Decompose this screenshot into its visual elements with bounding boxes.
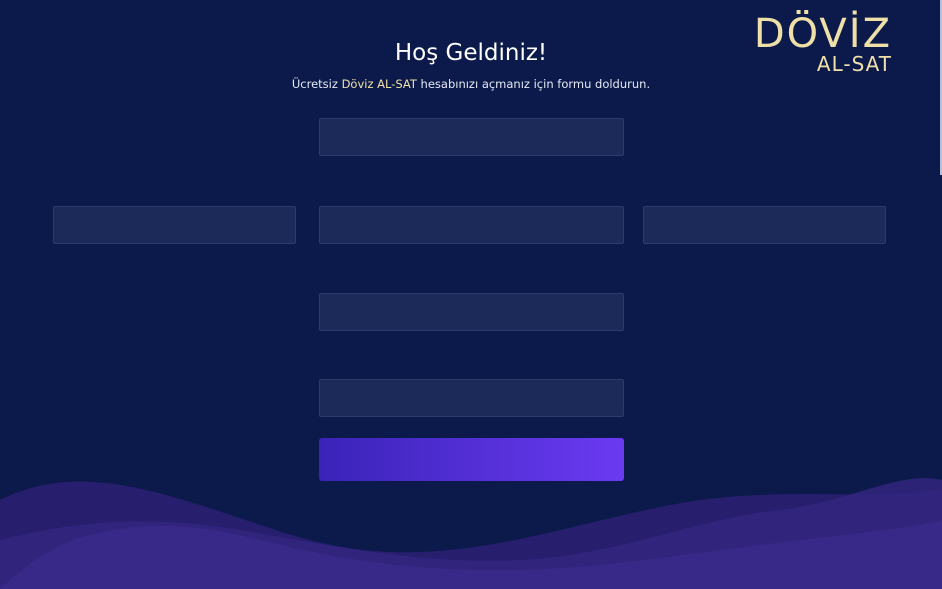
- submit-button[interactable]: [319, 438, 624, 481]
- subtitle-text-after: hesabınızı açmanız için formu doldurun.: [416, 77, 651, 91]
- form-field-top[interactable]: [319, 118, 624, 156]
- form-field-third[interactable]: [319, 293, 624, 331]
- wave-front: [0, 520, 942, 589]
- subtitle-text-before: Ücretsiz: [291, 77, 342, 91]
- form-field-fourth[interactable]: [319, 379, 624, 417]
- form-field-row2-left[interactable]: [53, 206, 296, 244]
- subtitle-brand-name: Döviz AL-SAT: [341, 77, 417, 91]
- wave-middle: [0, 478, 942, 589]
- form-field-row2-right[interactable]: [643, 206, 886, 244]
- page-subtitle: Ücretsiz Döviz AL-SAT hesabınızı açmanız…: [0, 77, 942, 91]
- form-field-row2-center[interactable]: [319, 206, 624, 244]
- signup-page: DÖVİZ AL-SAT Hoş Geldiniz! Ücretsiz Dövi…: [0, 0, 942, 589]
- wave-back: [0, 481, 942, 589]
- page-title: Hoş Geldiniz!: [394, 40, 548, 66]
